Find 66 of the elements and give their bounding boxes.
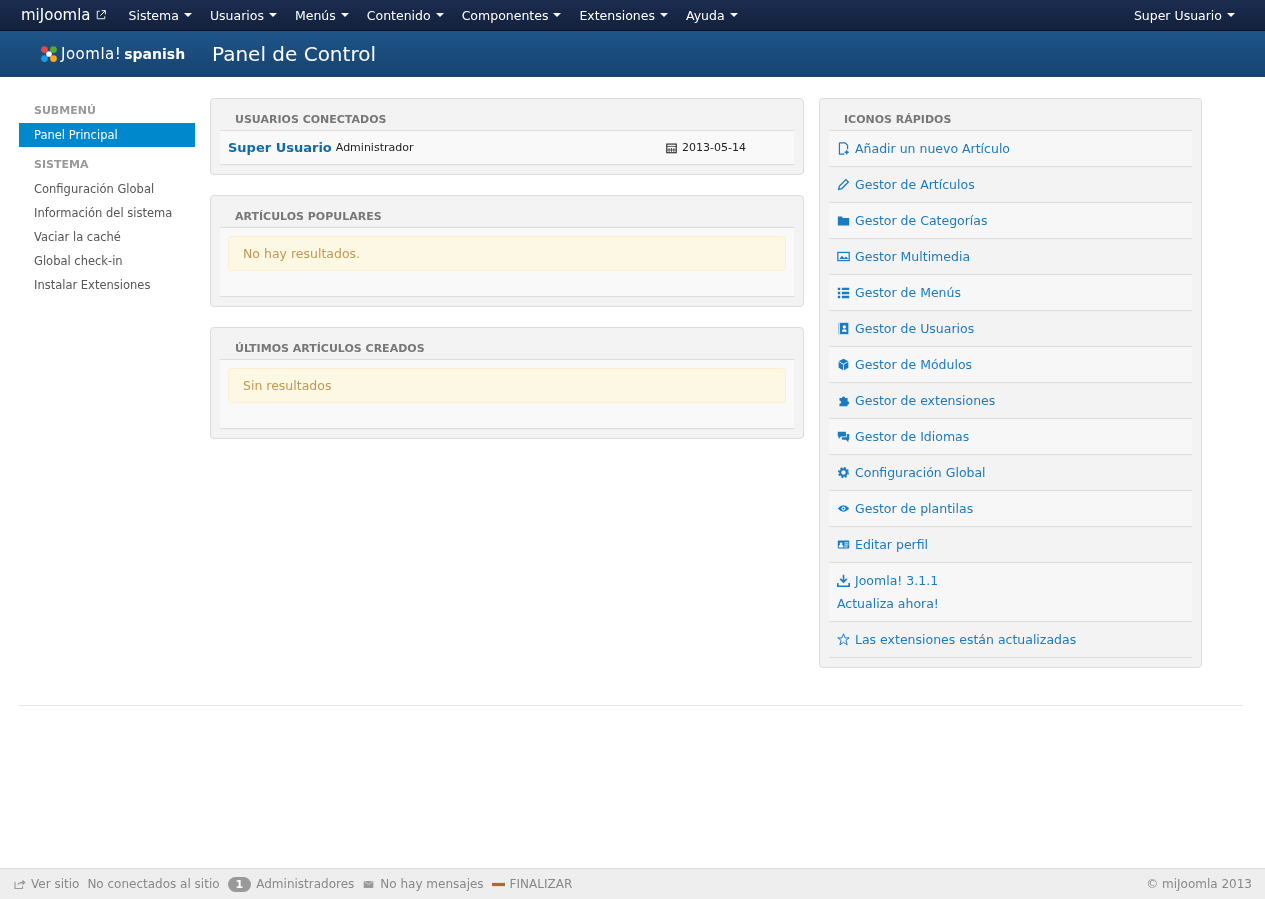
- quick-icon-link[interactable]: Joomla! 3.1.1 Actualiza ahora!: [829, 563, 1192, 622]
- download-icon: [837, 574, 850, 587]
- nav-menu[interactable]: Ayuda: [677, 0, 747, 30]
- user-role: Administrador: [335, 141, 414, 154]
- logo-suffix: spanish: [124, 46, 186, 62]
- quick-icon-link[interactable]: Gestor de plantilas: [829, 491, 1192, 527]
- calendar-icon: [666, 141, 678, 154]
- caret-icon: [435, 13, 444, 17]
- nav-menu[interactable]: Contenido: [357, 0, 453, 30]
- star-icon: [837, 633, 850, 646]
- caret-icon: [340, 13, 349, 17]
- quick-icon-link[interactable]: Gestor de Módulos: [829, 347, 1192, 383]
- logo-icon: [40, 45, 58, 63]
- visitors-status: No conectados al sitio: [87, 877, 220, 891]
- sidebar-heading: SUBMENÚ: [33, 103, 97, 119]
- page-title: Panel de Control: [212, 42, 376, 66]
- sidebar-item[interactable]: Panel Principal: [19, 123, 195, 147]
- nav-menu[interactable]: Usuarios: [200, 0, 286, 30]
- caret-icon: [553, 13, 562, 17]
- puzzle-piece-icon: [837, 394, 850, 407]
- site-name-link[interactable]: miJoomla: [21, 6, 91, 24]
- caret-icon: [729, 13, 738, 17]
- messages-status: No hay mensajes: [380, 877, 484, 891]
- share-icon: [13, 878, 26, 890]
- eye-icon: [837, 502, 850, 515]
- logout-link[interactable]: FINALIZAR: [509, 877, 573, 891]
- empty-message: Sin resultados: [228, 368, 786, 403]
- quick-icon-link[interactable]: Añadir un nuevo Artículo: [829, 131, 1192, 167]
- folder-icon: [837, 214, 850, 227]
- user-menu[interactable]: Super Usuario: [1124, 0, 1244, 30]
- caret-icon: [183, 13, 192, 17]
- nav-menu[interactable]: Extensiones: [570, 0, 677, 30]
- copyright: © miJoomla 2013: [1146, 877, 1252, 891]
- settings-icon: [837, 466, 850, 479]
- login-date: 2013-05-14: [682, 141, 746, 154]
- caret-icon: [1227, 13, 1235, 17]
- nav-menu[interactable]: Sistema: [119, 0, 201, 30]
- chat-bubbles-icon: [837, 430, 850, 443]
- admins-status: Administradores: [256, 877, 355, 891]
- view-site-link[interactable]: Ver sitio: [31, 877, 80, 891]
- address-book-icon: [837, 322, 850, 335]
- sidebar-item[interactable]: Vaciar la caché: [19, 225, 195, 249]
- cube-icon: [837, 358, 850, 371]
- list-icon: [837, 286, 850, 299]
- empty-message: No hay resultados.: [228, 236, 786, 271]
- sidebar-heading: SISTEMA: [33, 157, 90, 173]
- sidebar-item[interactable]: Configuración Global: [19, 177, 195, 201]
- sidebar-item[interactable]: Instalar Extensiones: [19, 273, 195, 297]
- admin-count-badge: 1: [227, 876, 252, 892]
- external-link-icon: [95, 10, 106, 20]
- id-card-icon: [837, 538, 850, 551]
- pencil-icon: [837, 178, 850, 191]
- image-icon: [837, 250, 850, 263]
- sidebar-item[interactable]: Información del sistema: [19, 201, 195, 225]
- quick-icon-link[interactable]: Gestor de Categorías: [829, 203, 1192, 239]
- logo-text: Joomla!: [61, 45, 122, 63]
- sidebar-item[interactable]: Global check-in: [19, 249, 195, 273]
- new-document-icon: [837, 142, 850, 155]
- caret-icon: [268, 13, 277, 17]
- nav-menu[interactable]: Componentes: [452, 0, 571, 30]
- quick-icon-link[interactable]: Gestor de Idiomas: [829, 419, 1192, 455]
- user-link[interactable]: Super Usuario: [228, 140, 332, 155]
- quick-icon-link[interactable]: Gestor de Menús: [829, 275, 1192, 311]
- caret-icon: [660, 13, 668, 17]
- envelope-icon: [362, 878, 376, 890]
- nav-menu[interactable]: Menús: [285, 0, 358, 30]
